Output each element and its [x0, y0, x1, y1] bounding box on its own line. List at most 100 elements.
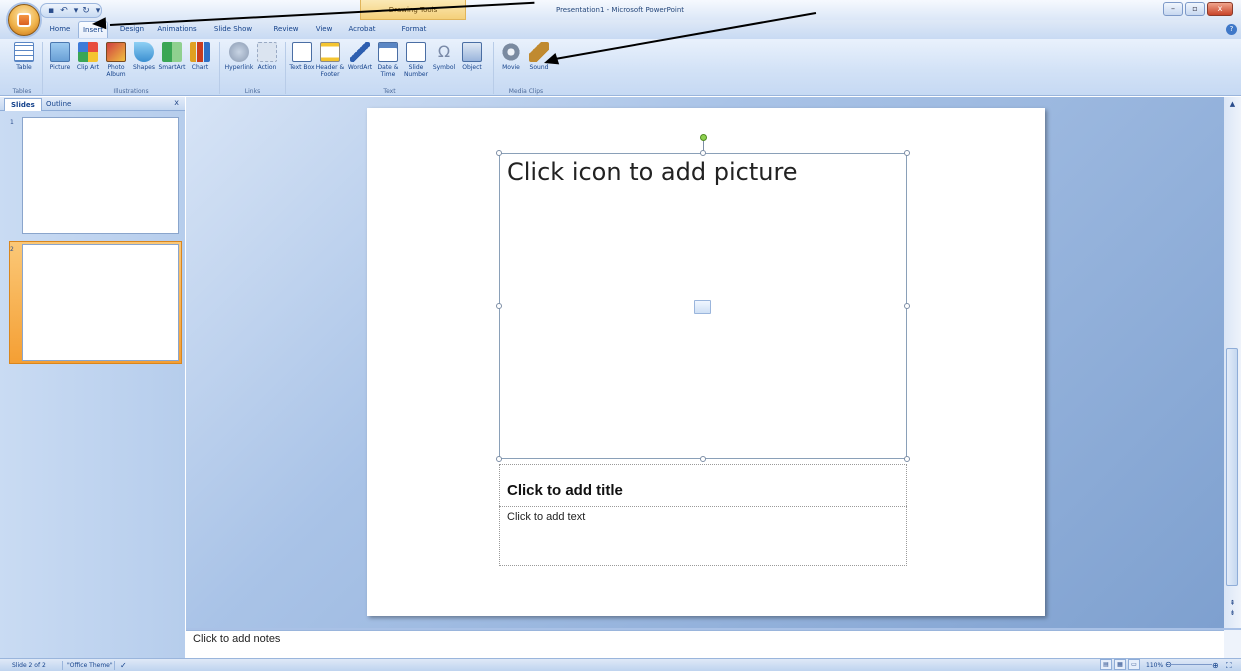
text-box-icon	[292, 42, 312, 62]
resize-handle[interactable]	[496, 303, 502, 309]
header-footer-button[interactable]: Header & Footer	[316, 42, 344, 88]
restore-button[interactable]: ▫	[1185, 2, 1205, 16]
smartart-icon	[162, 42, 182, 62]
undo-icon[interactable]: ↶	[59, 6, 69, 16]
insert-picture-icon[interactable]	[694, 300, 711, 314]
resize-handle[interactable]	[904, 303, 910, 309]
resize-handle[interactable]	[904, 456, 910, 462]
tab-slide-show[interactable]: Slide Show	[208, 21, 258, 38]
customize-qat-icon[interactable]: ▾	[93, 6, 103, 16]
date-time-icon	[378, 42, 398, 62]
help-icon[interactable]: ?	[1226, 24, 1237, 35]
tab-animations[interactable]: Animations	[152, 21, 202, 38]
header-footer-icon	[320, 42, 340, 62]
notes-placeholder-text: Click to add notes	[193, 633, 281, 645]
previous-slide-icon[interactable]: ⇞	[1228, 598, 1237, 608]
slide-number-label: 2	[10, 246, 14, 253]
tab-review[interactable]: Review	[268, 21, 304, 38]
slide-number-label: 1	[10, 119, 14, 126]
tab-slides[interactable]: Slides	[4, 98, 42, 111]
shapes-icon	[134, 42, 154, 62]
group-label-text: Text	[383, 88, 396, 95]
tab-home[interactable]: Home	[44, 21, 76, 38]
shapes-button[interactable]: Shapes	[131, 42, 157, 88]
picture-placeholder-text: Click icon to add picture	[507, 158, 798, 186]
smartart-button[interactable]: SmartArt	[158, 42, 186, 88]
slides-outline-tabs: Slides Outline x	[0, 97, 185, 111]
wordart-button[interactable]: WordArt	[347, 42, 373, 88]
office-logo-icon	[17, 13, 31, 27]
chart-icon	[190, 42, 210, 62]
clip-art-button[interactable]: Clip Art	[75, 42, 101, 88]
scrollbar-thumb[interactable]	[1226, 348, 1238, 586]
group-label-links: Links	[244, 88, 261, 95]
symbol-icon: Ω	[437, 42, 451, 61]
redo-icon[interactable]: ↻	[81, 6, 91, 16]
zoom-level[interactable]: 110%	[1146, 660, 1163, 671]
fit-slide-icon[interactable]: ⛶	[1226, 660, 1232, 671]
picture-icon	[50, 42, 70, 62]
clip-art-icon	[78, 42, 98, 62]
tab-view[interactable]: View	[310, 21, 338, 38]
dropdown-icon[interactable]: ▾	[71, 6, 81, 16]
action-button[interactable]: Action	[254, 42, 280, 88]
ribbon-tabs: Home Insert Design Animations Slide Show…	[0, 20, 1241, 39]
scroll-up-icon[interactable]: ▲	[1228, 99, 1237, 109]
slide-show-icon[interactable]: ▭	[1128, 659, 1140, 670]
hyperlink-icon	[229, 42, 249, 62]
picture-button[interactable]: Picture	[47, 42, 73, 88]
tab-format[interactable]: Format	[392, 21, 436, 38]
action-icon	[257, 42, 277, 62]
close-button[interactable]: x	[1207, 2, 1233, 16]
normal-view-icon[interactable]: ▤	[1100, 659, 1112, 670]
resize-handle[interactable]	[496, 150, 502, 156]
group-label-tables: Tables	[12, 88, 32, 95]
text-box-button[interactable]: Text Box	[289, 42, 315, 88]
resize-handle[interactable]	[496, 456, 502, 462]
title-placeholder-text: Click to add title	[507, 482, 623, 499]
wordart-icon	[350, 42, 370, 62]
photo-album-icon	[106, 42, 126, 62]
notes-pane[interactable]	[186, 630, 1224, 658]
group-label-media-clips: Media Clips	[508, 88, 544, 95]
chart-button[interactable]: Chart	[187, 42, 213, 88]
resize-handle[interactable]	[700, 150, 706, 156]
spell-check-icon[interactable]: ✓	[120, 660, 127, 671]
minimize-button[interactable]: –	[1163, 2, 1183, 16]
office-button[interactable]	[8, 4, 40, 36]
table-icon	[14, 42, 34, 62]
resize-handle[interactable]	[904, 150, 910, 156]
table-button[interactable]: Table	[11, 42, 37, 88]
tab-outline[interactable]: Outline	[40, 98, 77, 111]
notes-scrollbar[interactable]	[1224, 630, 1241, 658]
rotation-handle[interactable]	[700, 134, 707, 141]
group-label-illustrations: Illustrations	[113, 88, 149, 95]
slide-thumbnail-1[interactable]	[22, 117, 179, 234]
slide-thumbnail-2[interactable]	[22, 244, 179, 361]
tab-acrobat[interactable]: Acrobat	[344, 21, 380, 38]
object-icon	[462, 42, 482, 62]
symbol-button[interactable]: Ω Symbol	[431, 42, 457, 88]
status-separator	[114, 661, 115, 670]
date-time-button[interactable]: Date & Time	[375, 42, 401, 88]
movie-icon	[501, 42, 521, 62]
object-button[interactable]: Object	[459, 42, 485, 88]
movie-button[interactable]: Movie	[498, 42, 524, 88]
zoom-in-icon[interactable]: ⊕	[1212, 660, 1219, 671]
status-separator	[62, 661, 63, 670]
photo-album-button[interactable]: Photo Album	[103, 42, 129, 88]
theme-name: "Office Theme"	[67, 662, 113, 669]
annotation-arrowhead	[91, 17, 107, 30]
slide-number-button[interactable]: Slide Number	[403, 42, 429, 88]
slide-count: Slide 2 of 2	[12, 662, 46, 669]
group-separator	[219, 42, 220, 94]
close-pane-icon[interactable]: x	[174, 98, 179, 107]
hyperlink-button[interactable]: Hyperlink	[225, 42, 253, 88]
slide-sorter-icon[interactable]: ▦	[1114, 659, 1126, 670]
next-slide-icon[interactable]: ⇟	[1228, 608, 1237, 618]
view-buttons: ▤ ▦ ▭	[1100, 659, 1142, 670]
save-icon[interactable]: ▪	[46, 6, 56, 16]
resize-handle[interactable]	[700, 456, 706, 462]
quick-access-toolbar: ▪ ↶ ▾ ↻ ▾	[40, 3, 102, 18]
zoom-slider[interactable]	[1168, 664, 1212, 665]
